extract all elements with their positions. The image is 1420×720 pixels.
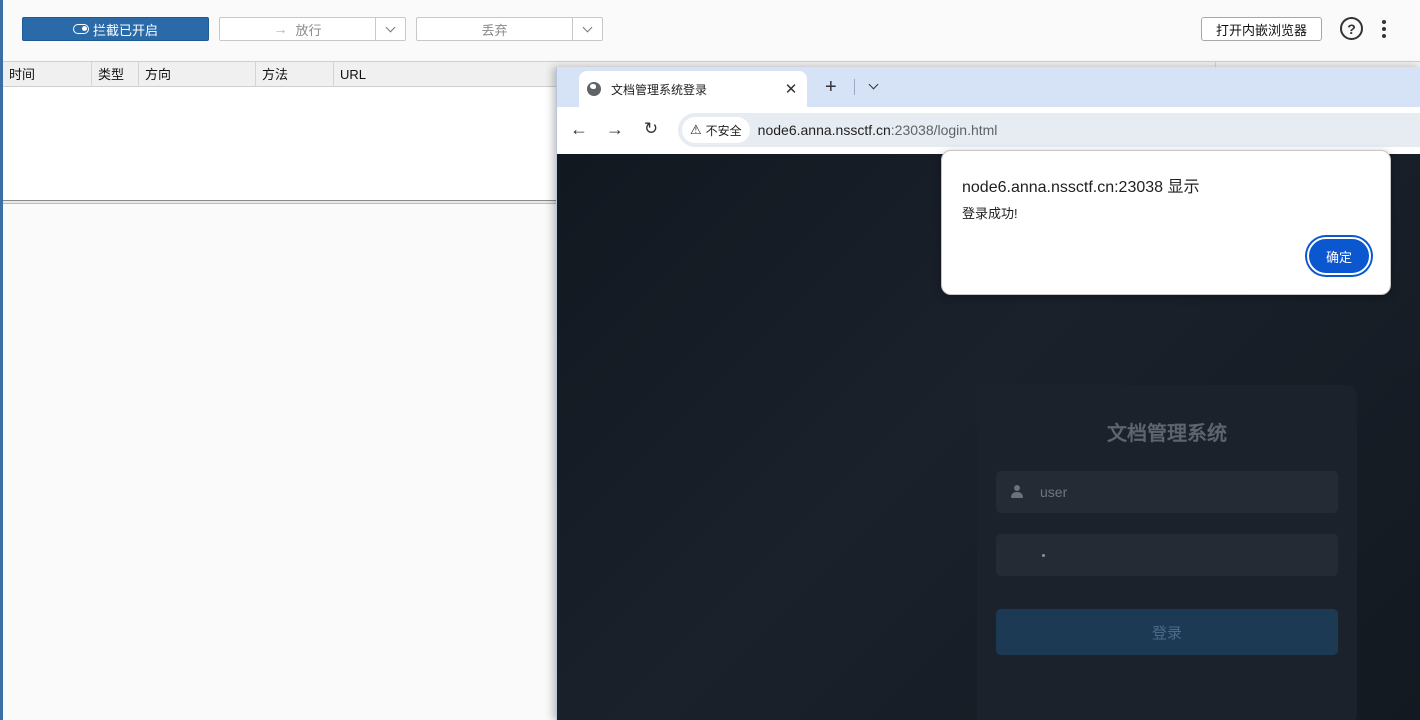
more-options-icon[interactable] — [1382, 20, 1386, 38]
forward-label: 放行 — [295, 22, 322, 38]
drop-button[interactable]: 丢弃 — [416, 17, 603, 41]
username-field[interactable]: user — [996, 471, 1338, 513]
column-time[interactable]: 时间 — [3, 62, 92, 87]
tab-title: 文档管理系统登录 — [611, 82, 708, 97]
back-arrow-icon[interactable]: ← — [569, 119, 589, 140]
warning-icon: ⚠ — [690, 122, 702, 137]
reload-icon[interactable]: ↻ — [641, 119, 661, 139]
open-embedded-browser-button[interactable]: 打开内嵌浏览器 — [1201, 17, 1322, 41]
password-field[interactable] — [996, 534, 1338, 576]
page-title: 文档管理系统 — [1107, 423, 1227, 445]
address-bar[interactable]: ⚠ 不安全 node6.anna.nssctf.cn:23038/login.h… — [678, 113, 1420, 147]
tab-login[interactable]: 文档管理系统登录 ✕ — [579, 71, 807, 107]
column-type[interactable]: 类型 — [92, 62, 139, 87]
intercept-toggle-button[interactable]: 拦截已开启 — [22, 17, 209, 41]
intercept-label: 拦截已开启 — [92, 22, 158, 38]
url-host: node6.anna.nssctf.cn — [757, 122, 891, 138]
window-edge — [0, 0, 3, 720]
login-button[interactable]: 登录 — [996, 609, 1338, 655]
column-direction[interactable]: 方向 — [139, 62, 256, 87]
chevron-down-icon — [582, 22, 593, 32]
tab-search-chevron-icon[interactable] — [868, 79, 879, 90]
close-tab-icon[interactable]: ✕ — [783, 80, 799, 98]
tab-separator — [854, 79, 855, 95]
alert-dialog: node6.anna.nssctf.cn:23038 显示 登录成功! 确定 — [941, 150, 1391, 295]
help-icon[interactable]: ? — [1340, 17, 1363, 40]
column-method[interactable]: 方法 — [256, 62, 334, 87]
password-mask — [1042, 553, 1045, 557]
alert-title: node6.anna.nssctf.cn:23038 显示 — [962, 179, 1200, 196]
url-path: :23038/login.html — [890, 122, 998, 138]
forward-button[interactable]: → 放行 — [219, 17, 406, 41]
username-value: user — [1040, 484, 1068, 500]
alert-message: 登录成功! — [962, 206, 1018, 221]
arrow-right-icon: → — [273, 21, 288, 37]
chevron-down-icon — [385, 22, 396, 32]
security-indicator[interactable]: ⚠ 不安全 — [682, 117, 750, 143]
alert-ok-button[interactable]: 确定 — [1307, 237, 1371, 275]
globe-icon — [587, 82, 601, 96]
security-label: 不安全 — [705, 123, 742, 138]
drop-dropdown[interactable] — [572, 18, 602, 40]
login-card: 文档管理系统 user 登录 — [977, 385, 1357, 720]
tab-strip: 文档管理系统登录 ✕ + — [557, 67, 1420, 107]
forward-arrow-icon[interactable]: → — [605, 119, 625, 140]
forward-dropdown[interactable] — [375, 18, 405, 40]
navigation-bar: ← → ↻ ⚠ 不安全 node6.anna.nssctf.cn:23038/l… — [557, 107, 1420, 154]
toggle-icon — [72, 24, 89, 34]
user-icon — [1010, 485, 1024, 499]
drop-label: 丢弃 — [481, 22, 508, 38]
proxy-toolbar: 拦截已开启 → 放行 丢弃 打开内嵌浏览器 ? — [0, 0, 1420, 60]
new-tab-icon[interactable]: + — [825, 76, 837, 99]
